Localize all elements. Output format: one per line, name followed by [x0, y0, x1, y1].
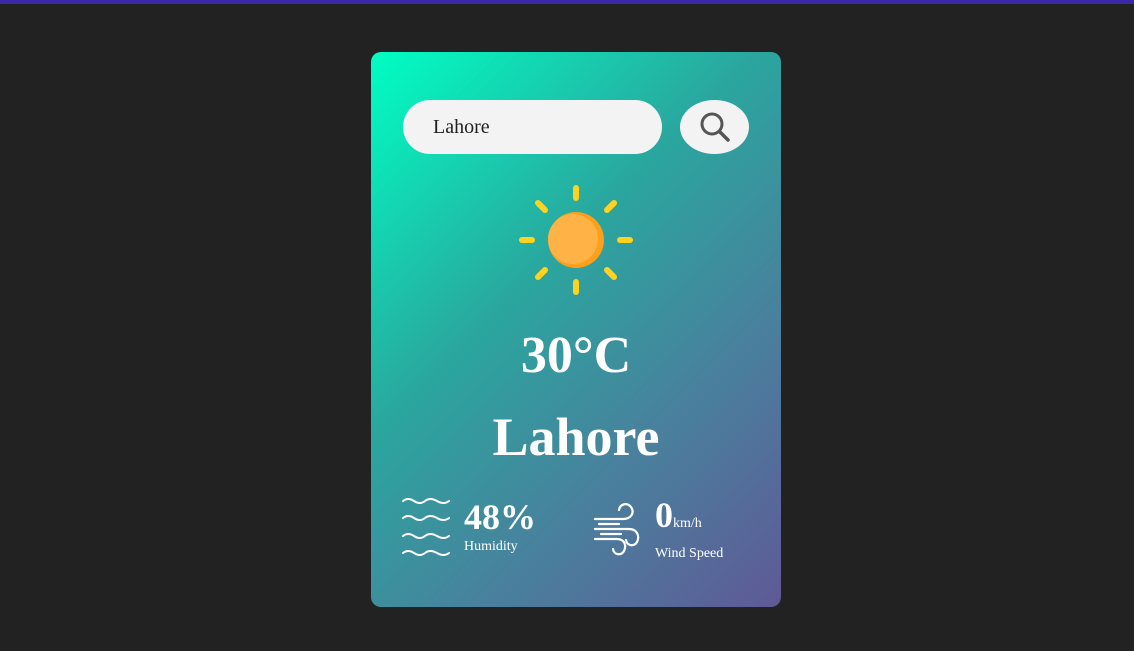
humidity-label: Humidity — [464, 539, 518, 554]
sun-icon — [519, 185, 633, 295]
wind-speed-unit: km/h — [673, 516, 702, 531]
weather-card: 30°C Lahore 48% Humidity — [371, 52, 781, 607]
search-button[interactable] — [680, 100, 749, 154]
top-accent-bar — [0, 0, 1134, 4]
wind-speed-value: 0km/h — [655, 496, 723, 543]
wind-speed-label: Wind Speed — [655, 546, 724, 561]
city-search-input[interactable] — [403, 100, 662, 154]
wind-icon — [593, 502, 640, 555]
humidity-icon — [402, 498, 450, 556]
humidity-detail: 48% Humidity — [402, 496, 536, 558]
search-icon — [700, 112, 730, 142]
humidity-value: 48% — [464, 497, 536, 537]
temperature: 30°C — [520, 327, 632, 384]
wind-detail: 0km/h Wind Speed — [593, 496, 723, 563]
wind-speed-number: 0 — [655, 495, 673, 535]
city-name: Lahore — [492, 407, 660, 467]
